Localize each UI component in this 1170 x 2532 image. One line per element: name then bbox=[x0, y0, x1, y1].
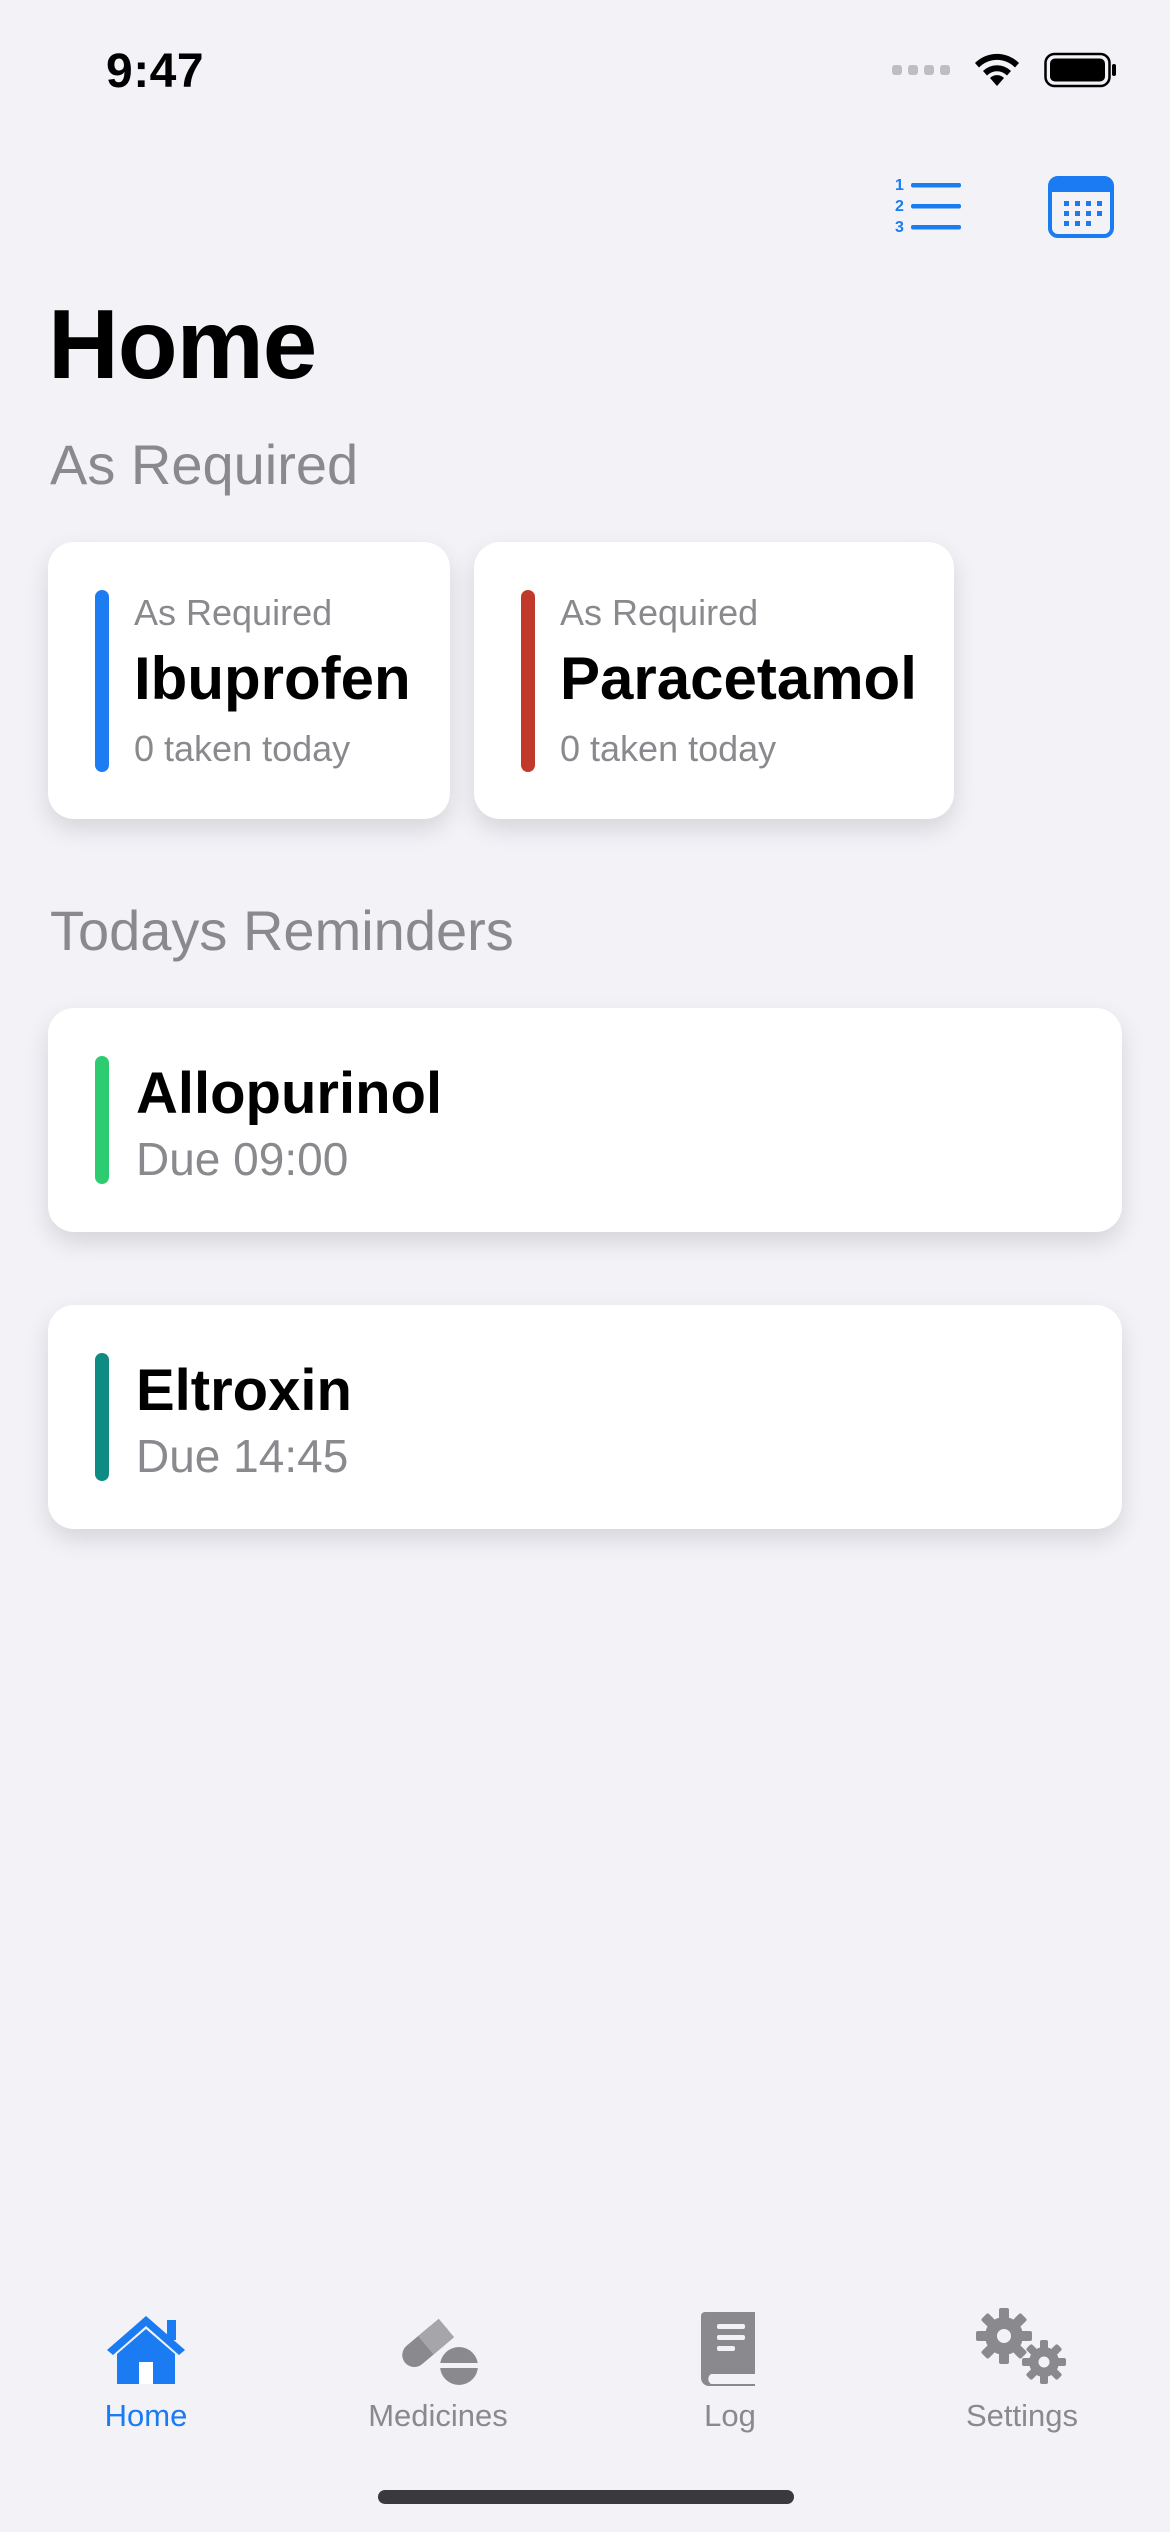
taken-count: 0 taken today bbox=[560, 728, 777, 769]
numbered-list-icon: 1 2 3 bbox=[895, 177, 961, 236]
card-caption: As Required bbox=[134, 592, 333, 633]
medicine-name: Ibuprofen bbox=[134, 645, 411, 712]
tab-label: Home bbox=[104, 2398, 188, 2433]
tab-label: Log bbox=[704, 2398, 756, 2433]
gears-icon bbox=[976, 2308, 1066, 2384]
tab-bar: Home Medicines Log Settings bbox=[0, 2290, 1170, 2450]
wifi-icon bbox=[975, 53, 1019, 86]
tab-label: Settings bbox=[965, 2398, 1078, 2433]
color-bar bbox=[95, 1056, 109, 1184]
color-bar bbox=[95, 1353, 109, 1481]
medicine-name: Paracetamol bbox=[560, 645, 917, 712]
battery-icon bbox=[1044, 52, 1116, 88]
section-title-reminders: Todays Reminders bbox=[50, 899, 514, 962]
home-screen: 9:47 1 2 3 Home As Required As Required … bbox=[0, 0, 1170, 2532]
due-time: Due 14:45 bbox=[136, 1430, 349, 1482]
section-title-as-required: As Required bbox=[50, 433, 359, 496]
tab-settings[interactable]: Settings bbox=[902, 2290, 1142, 2434]
card-caption: As Required bbox=[560, 592, 759, 633]
color-bar bbox=[521, 590, 535, 772]
tab-log[interactable]: Log bbox=[610, 2290, 850, 2434]
taken-count: 0 taken today bbox=[134, 728, 351, 769]
due-time: Due 09:00 bbox=[136, 1133, 349, 1185]
svg-text:2: 2 bbox=[895, 198, 904, 215]
tab-medicines[interactable]: Medicines bbox=[318, 2290, 558, 2434]
calendar-button[interactable] bbox=[1048, 176, 1114, 243]
status-icons bbox=[892, 52, 1118, 88]
cellular-signal-icon bbox=[892, 65, 950, 75]
page-title: Home bbox=[48, 289, 317, 399]
svg-text:1: 1 bbox=[895, 177, 904, 194]
pills-icon bbox=[402, 2318, 479, 2385]
svg-text:3: 3 bbox=[895, 219, 904, 234]
color-bar bbox=[95, 590, 109, 772]
reminder-card-allopurinol[interactable]: Allopurinol Due 09:00 bbox=[48, 1008, 1122, 1232]
house-icon bbox=[107, 2316, 185, 2384]
medicine-name: Eltroxin bbox=[136, 1358, 352, 1423]
as-required-card-ibuprofen[interactable]: As Required Ibuprofen 0 taken today bbox=[48, 542, 450, 819]
status-time: 9:47 bbox=[106, 45, 205, 98]
tab-home[interactable]: Home bbox=[26, 2290, 266, 2434]
as-required-card-paracetamol[interactable]: As Required Paracetamol 0 taken today bbox=[474, 542, 954, 819]
calendar-icon bbox=[1048, 176, 1114, 238]
numbered-list-button[interactable]: 1 2 3 bbox=[893, 174, 963, 239]
reminder-card-eltroxin[interactable]: Eltroxin Due 14:45 bbox=[48, 1305, 1122, 1529]
home-indicator[interactable] bbox=[378, 2490, 794, 2504]
medicine-name: Allopurinol bbox=[136, 1061, 443, 1126]
book-icon bbox=[701, 2312, 755, 2386]
tab-label: Medicines bbox=[368, 2398, 508, 2433]
